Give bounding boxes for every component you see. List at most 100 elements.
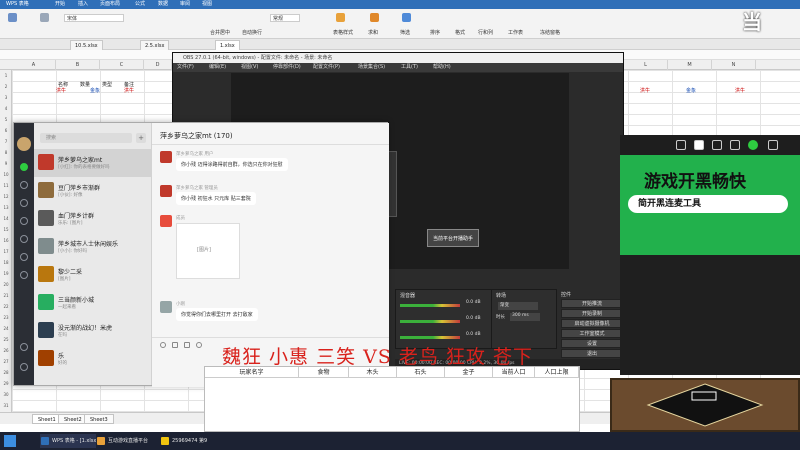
list-item[interactable]: 没元渐的战幻！米虎 在吗: [34, 317, 152, 345]
gear-icon[interactable]: [20, 271, 28, 279]
message-icon[interactable]: [20, 163, 28, 171]
row-header[interactable]: 14: [0, 216, 12, 221]
virtual-camera-button[interactable]: 启动虚拟摄像机: [561, 319, 623, 328]
ribbon-tab-layout[interactable]: 页面布局: [100, 0, 120, 9]
col-header[interactable]: A: [12, 60, 56, 70]
freeze-panes-button[interactable]: 冻结窗格: [540, 29, 560, 36]
col-header[interactable]: B: [56, 60, 100, 70]
row-header[interactable]: 27: [0, 359, 12, 364]
row-header[interactable]: 24: [0, 326, 12, 331]
sum-icon[interactable]: [336, 13, 345, 22]
row-header[interactable]: 9: [0, 161, 12, 166]
col-header[interactable]: N: [712, 60, 756, 70]
row-header[interactable]: 16: [0, 238, 12, 243]
game-icon[interactable]: [20, 253, 28, 261]
col-header[interactable]: C: [100, 60, 144, 70]
doc-tab-2[interactable]: 2.5.xlsx: [140, 40, 170, 50]
cell-right-c[interactable]: 洪牛: [735, 87, 745, 94]
cell-player-a[interactable]: 洪牛: [56, 87, 66, 94]
row-header[interactable]: 10: [0, 172, 12, 177]
row-col-button[interactable]: 行和列: [478, 29, 493, 36]
ribbon-tab-data[interactable]: 数据: [158, 0, 168, 9]
row-header[interactable]: 13: [0, 205, 12, 210]
list-item[interactable]: 血门萍乡计群 乐乐: [图片]: [34, 205, 152, 233]
row-header[interactable]: 1: [0, 73, 12, 78]
cell-player-b[interactable]: 金象: [90, 87, 100, 94]
list-item[interactable]: 乐 好的: [34, 345, 152, 373]
sort-button[interactable]: 排序: [430, 29, 440, 36]
obs-menu-scene[interactable]: 场景集合(S): [358, 63, 385, 72]
obs-menu-file[interactable]: 文件(F): [177, 63, 194, 72]
gear-icon[interactable]: [730, 140, 740, 150]
space-icon[interactable]: [20, 199, 28, 207]
row-header[interactable]: 12: [0, 194, 12, 199]
cell[interactable]: 数量: [80, 81, 90, 88]
row-header[interactable]: 21: [0, 293, 12, 298]
chat-history-icon[interactable]: [196, 342, 202, 348]
context-menu-item[interactable]: 当前平台开播助手: [427, 229, 479, 247]
row-header[interactable]: 11: [0, 183, 12, 188]
row-header[interactable]: 6: [0, 128, 12, 133]
scissors-icon[interactable]: [172, 342, 178, 348]
taskbar-item-chat[interactable]: 25969474 第9: [160, 434, 210, 448]
obs-menu-edit[interactable]: 编辑(E): [209, 63, 226, 72]
menu-icon[interactable]: [768, 140, 778, 150]
obs-menu-view[interactable]: 视图(V): [241, 63, 258, 72]
duration-input[interactable]: 300 ms: [510, 313, 540, 321]
row-header[interactable]: 23: [0, 315, 12, 320]
list-item[interactable]: 萍乡城市人士休闲娱乐 [小小]: 你好吗: [34, 233, 152, 261]
obs-menu-profile[interactable]: 配置文件(P): [313, 63, 340, 72]
list-item[interactable]: 豆门萍乡市渐群 [小伙]: 好像: [34, 177, 152, 205]
row-header[interactable]: 2: [0, 84, 12, 89]
row-header[interactable]: 4: [0, 106, 12, 111]
cell[interactable]: 类型: [102, 81, 112, 88]
row-header[interactable]: 7: [0, 139, 12, 144]
phone-icon[interactable]: [20, 343, 28, 351]
image-attachment[interactable]: [图片]: [176, 223, 240, 279]
cell-right-b[interactable]: 金象: [686, 87, 696, 94]
studio-mode-button[interactable]: 工作室模式: [561, 329, 623, 338]
list-item[interactable]: 黎少二采 [图片]: [34, 261, 152, 289]
table-style-button[interactable]: 表格样式: [333, 29, 353, 36]
doc-tab-1[interactable]: 10.5.xlsx: [70, 40, 103, 50]
row-header[interactable]: 25: [0, 337, 12, 342]
format-button[interactable]: 格式: [455, 29, 465, 36]
obs-menu-help[interactable]: 帮助(H): [433, 63, 451, 72]
filter-button[interactable]: 筛选: [400, 29, 410, 36]
transition-select[interactable]: 渐变: [498, 302, 538, 310]
col-header[interactable]: D: [144, 60, 172, 70]
row-header[interactable]: 15: [0, 227, 12, 232]
settings-button[interactable]: 设置: [561, 339, 623, 348]
row-header[interactable]: 3: [0, 95, 12, 100]
cell-player-c[interactable]: 洪牛: [124, 87, 134, 94]
ribbon-tab-home[interactable]: 开始: [55, 0, 65, 9]
ribbon-tab-view[interactable]: 视图: [202, 0, 212, 9]
folder-icon[interactable]: [20, 217, 28, 225]
row-header[interactable]: 19: [0, 271, 12, 276]
menu-icon[interactable]: [20, 363, 28, 371]
row-header[interactable]: 5: [0, 117, 12, 122]
start-icon[interactable]: [4, 435, 16, 447]
video-icon[interactable]: [676, 140, 686, 150]
row-header[interactable]: 8: [0, 150, 12, 155]
taskbar-item-live[interactable]: 互动游戏直播平台: [96, 434, 158, 448]
sum-button[interactable]: 求和: [368, 29, 378, 36]
row-header[interactable]: 17: [0, 249, 12, 254]
taskbar-item-wps[interactable]: WPS 表格 - [1.xlsx]: [40, 434, 98, 448]
add-button[interactable]: +: [136, 133, 146, 143]
font-name-select[interactable]: 宋体: [64, 14, 124, 22]
row-header[interactable]: 26: [0, 348, 12, 353]
obs-menu-tools[interactable]: 工具(T): [401, 63, 418, 72]
avatar[interactable]: [17, 137, 31, 151]
row-header[interactable]: 29: [0, 381, 12, 386]
emoji-icon[interactable]: [160, 342, 166, 348]
sort-icon[interactable]: [402, 13, 411, 22]
obs-menu-docks[interactable]: 停靠部件(D): [273, 63, 301, 72]
col-header[interactable]: M: [668, 60, 712, 70]
start-recording-button[interactable]: 开始录制: [561, 309, 623, 318]
search-input[interactable]: 搜索: [40, 133, 132, 143]
row-header[interactable]: 28: [0, 370, 12, 375]
cell-right-a[interactable]: 洪牛: [640, 87, 650, 94]
col-header[interactable]: L: [624, 60, 668, 70]
sheet-tab-3[interactable]: Sheet3: [84, 414, 114, 424]
